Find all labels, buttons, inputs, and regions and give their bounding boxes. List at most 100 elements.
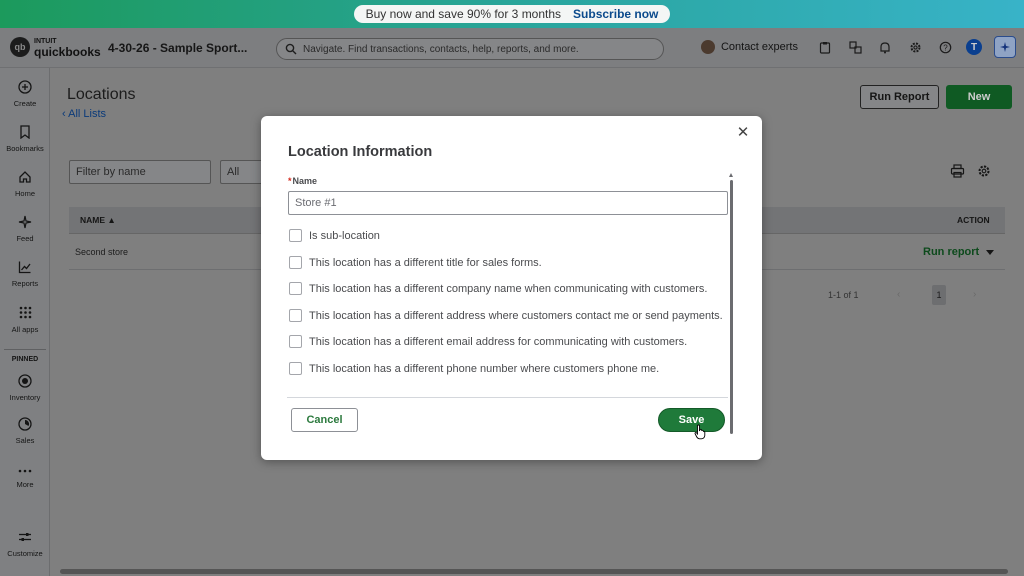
- sidebar-item-bookmarks[interactable]: Bookmarks: [0, 125, 50, 153]
- gear-icon[interactable]: [906, 38, 924, 56]
- chart-icon: [0, 260, 50, 276]
- checkbox-different-address[interactable]: This location has a different address wh…: [289, 309, 723, 322]
- sidebar-item-label: Feed: [16, 234, 34, 243]
- sidebar-item-label: Create: [13, 99, 37, 108]
- quickbooks-logo[interactable]: qb INTUIT quickbooks: [10, 37, 101, 59]
- checkbox[interactable]: [289, 335, 302, 348]
- checkbox[interactable]: [289, 362, 302, 375]
- column-header-name[interactable]: NAME ▲: [80, 215, 116, 225]
- row-run-report-link[interactable]: Run report: [923, 246, 979, 258]
- column-header-action: ACTION: [957, 215, 990, 225]
- checkbox-different-phone[interactable]: This location has a different phone numb…: [289, 362, 659, 375]
- dialog-scrollbar[interactable]: [730, 180, 733, 434]
- pager-range: 1-1 of 1: [828, 290, 859, 300]
- checkbox[interactable]: [289, 256, 302, 269]
- print-icon[interactable]: [950, 164, 965, 181]
- search-icon: [285, 43, 297, 55]
- save-button[interactable]: Save: [658, 408, 725, 432]
- filter-by-name-input[interactable]: Filter by name: [69, 160, 211, 184]
- all-lists-link[interactable]: ‹ All Lists: [62, 108, 106, 120]
- new-button[interactable]: New: [946, 85, 1012, 109]
- plus-circle-icon: [0, 80, 50, 96]
- horizontal-scrollbar[interactable]: [60, 569, 1008, 574]
- sidebar-item-all-apps[interactable]: All apps: [0, 306, 50, 334]
- left-sidebar: Create Bookmarks Home Feed Reports All a…: [0, 68, 50, 576]
- checkbox-sub-location[interactable]: Is sub-location: [289, 229, 380, 242]
- home-icon: [0, 170, 50, 186]
- hand-cursor-icon: [694, 424, 706, 440]
- company-name[interactable]: 4-30-26 - Sample Sport...: [108, 41, 247, 55]
- close-icon[interactable]: ✕: [736, 125, 750, 140]
- svg-text:?: ?: [943, 43, 948, 52]
- checkbox-different-email[interactable]: This location has a different email addr…: [289, 335, 687, 348]
- sidebar-item-customize[interactable]: Customize: [0, 530, 50, 558]
- sidebar-item-label: More: [16, 480, 34, 489]
- location-information-dialog: ✕ Location Information *Name Is sub-loca…: [261, 116, 762, 460]
- promo-banner: Buy now and save 90% for 3 months Subscr…: [0, 0, 1024, 28]
- qb-logo-icon: qb: [10, 37, 30, 57]
- page-title: Locations: [67, 86, 136, 103]
- sliders-icon: [0, 530, 50, 546]
- dialog-title: Location Information: [288, 144, 433, 160]
- top-header: qb INTUIT quickbooks 4-30-26 - Sample Sp…: [0, 28, 1024, 68]
- name-input[interactable]: [288, 191, 728, 215]
- sidebar-item-more[interactable]: More: [0, 461, 50, 489]
- sidebar-item-inventory[interactable]: Inventory: [0, 374, 50, 402]
- scroll-up-icon[interactable]: [729, 173, 733, 177]
- pinned-heading: PINNED: [11, 356, 39, 363]
- checkbox-different-company-name[interactable]: This location has a different company na…: [289, 282, 707, 295]
- run-report-button[interactable]: Run Report: [860, 85, 939, 109]
- chevron-down-icon[interactable]: [986, 250, 994, 255]
- sidebar-item-reports[interactable]: Reports: [0, 260, 50, 288]
- promo-text: Buy now and save 90% for 3 months: [365, 7, 562, 21]
- subscribe-now-link[interactable]: Subscribe now: [573, 7, 658, 21]
- status-select[interactable]: All: [220, 160, 266, 184]
- search-input[interactable]: Navigate. Find transactions, contacts, h…: [276, 38, 664, 60]
- checkbox[interactable]: [289, 229, 302, 242]
- bell-icon[interactable]: [876, 38, 894, 56]
- dialog-footer-divider: [287, 397, 728, 398]
- name-field-label: *Name: [288, 176, 318, 186]
- sidebar-item-label: All apps: [11, 325, 39, 334]
- contact-experts-button[interactable]: Contact experts: [700, 40, 798, 54]
- checkbox-label: This location has a different address wh…: [309, 309, 723, 322]
- checkbox[interactable]: [289, 309, 302, 322]
- cancel-button[interactable]: Cancel: [291, 408, 358, 432]
- sidebar-item-label: Sales: [15, 436, 35, 445]
- assistant-icon[interactable]: [994, 36, 1016, 58]
- app-switch-icon[interactable]: [846, 38, 864, 56]
- sidebar-item-create[interactable]: Create: [0, 80, 50, 108]
- checkbox[interactable]: [289, 282, 302, 295]
- table-settings-gear-icon[interactable]: [977, 164, 991, 181]
- expert-avatar: [700, 40, 715, 54]
- sparkle-icon: [0, 215, 50, 231]
- checkbox-label: This location has a different title for …: [309, 256, 542, 269]
- sidebar-item-feed[interactable]: Feed: [0, 215, 50, 243]
- required-asterisk: *: [288, 176, 292, 186]
- contact-experts-label: Contact experts: [720, 41, 798, 53]
- sidebar-divider: [4, 349, 46, 350]
- checkbox-label: This location has a different email addr…: [309, 335, 688, 348]
- bookmark-icon: [0, 125, 50, 141]
- pager-next-icon[interactable]: ›: [973, 289, 976, 300]
- pager-current-page[interactable]: 1: [932, 285, 946, 305]
- sidebar-item-label: Inventory: [9, 393, 41, 402]
- clipboard-icon[interactable]: [816, 38, 834, 56]
- help-icon[interactable]: ?: [936, 38, 954, 56]
- sidebar-item-sales[interactable]: Sales: [0, 417, 50, 445]
- inventory-icon: [0, 374, 50, 390]
- grid-icon: [0, 306, 50, 322]
- logo-quickbooks-text: quickbooks: [34, 45, 101, 59]
- sidebar-item-label: Home: [14, 189, 35, 198]
- sidebar-item-label: Bookmarks: [6, 144, 44, 153]
- sidebar-item-label: Customize: [7, 549, 43, 558]
- table-row-name: Second store: [75, 247, 129, 257]
- checkbox-different-title[interactable]: This location has a different title for …: [289, 256, 542, 269]
- sidebar-item-home[interactable]: Home: [0, 170, 50, 198]
- pager-prev-icon[interactable]: ‹: [897, 289, 900, 300]
- promo-pill[interactable]: Buy now and save 90% for 3 months Subscr…: [353, 5, 671, 23]
- sort-asc-icon: ▲: [107, 215, 116, 225]
- checkbox-label: This location has a different company na…: [309, 282, 708, 295]
- more-icon: [0, 461, 50, 477]
- user-avatar[interactable]: T: [966, 39, 982, 55]
